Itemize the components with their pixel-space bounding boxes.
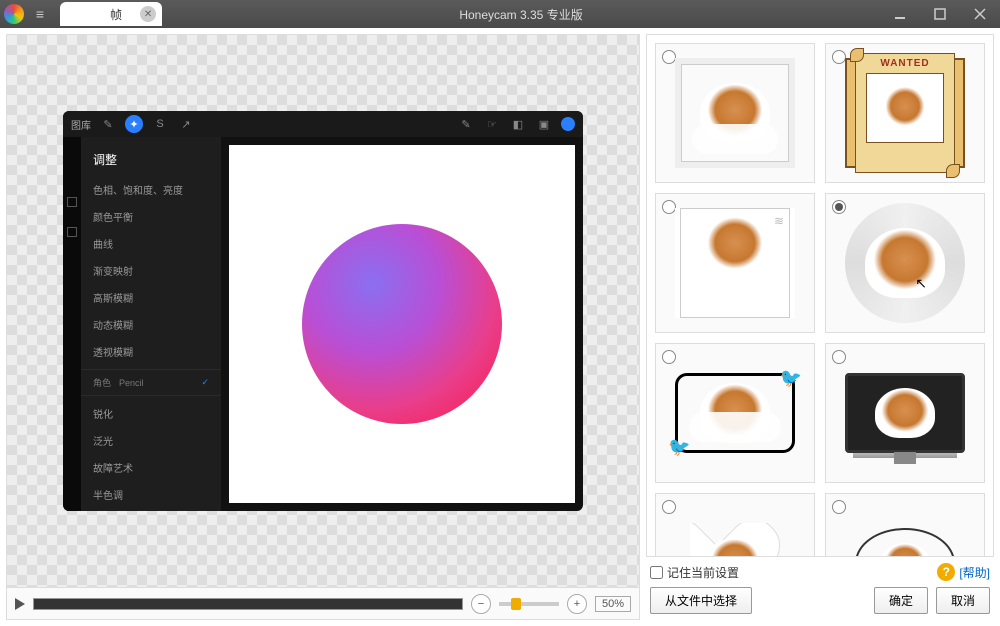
minimize-button[interactable] bbox=[880, 0, 920, 28]
adjust-icon[interactable]: ✦ bbox=[125, 115, 143, 133]
color-icon[interactable] bbox=[561, 117, 575, 131]
close-button[interactable] bbox=[960, 0, 1000, 28]
close-icon[interactable]: ✕ bbox=[140, 6, 156, 22]
adjust-header: 调整 bbox=[81, 147, 221, 176]
menu-item[interactable]: 锐化 bbox=[81, 400, 221, 427]
erase-icon[interactable]: ◧ bbox=[509, 115, 527, 133]
menu-item[interactable]: 故障艺术 bbox=[81, 454, 221, 481]
menu-item[interactable]: 渐变映射 bbox=[81, 257, 221, 284]
ok-button[interactable]: 确定 bbox=[874, 587, 928, 614]
wave-icon: ≋ bbox=[774, 214, 784, 228]
move-icon[interactable]: ↗ bbox=[177, 115, 195, 133]
window-title: Honeycam 3.35 专业版 bbox=[162, 6, 880, 23]
menu-item[interactable]: 透视模糊 bbox=[81, 338, 221, 365]
help-icon[interactable]: ? bbox=[937, 563, 955, 581]
radio-icon[interactable] bbox=[662, 200, 676, 214]
radio-icon[interactable] bbox=[832, 50, 846, 64]
brush-icon[interactable]: ✎ bbox=[457, 115, 475, 133]
menu-row[interactable]: 角色 Pencil ✓ bbox=[81, 369, 221, 396]
sidebar-square-icon[interactable] bbox=[67, 197, 77, 207]
frame-style-bubble[interactable] bbox=[825, 493, 985, 557]
canvas-content: 图库 ✎ ✦ S ↗ ✎ ☞ ◧ ▣ bbox=[63, 111, 583, 511]
preview-panel: 图库 ✎ ✦ S ↗ ✎ ☞ ◧ ▣ bbox=[6, 34, 640, 620]
frame-style-heart[interactable] bbox=[655, 493, 815, 557]
app-logo-icon bbox=[4, 4, 24, 24]
procreate-sidebar bbox=[63, 137, 81, 511]
radio-icon[interactable] bbox=[832, 200, 846, 214]
timeline-track[interactable] bbox=[33, 598, 463, 610]
cursor-icon: ↖ bbox=[915, 275, 927, 292]
canvas-area: 图库 ✎ ✦ S ↗ ✎ ☞ ◧ ▣ bbox=[7, 35, 639, 587]
procreate-toolbar: 图库 ✎ ✦ S ↗ ✎ ☞ ◧ ▣ bbox=[63, 111, 583, 137]
radio-icon[interactable] bbox=[832, 500, 846, 514]
playback-bar: − + 50% bbox=[7, 587, 639, 619]
bird-icon: 🐦 bbox=[668, 437, 690, 458]
zoom-out-button[interactable]: − bbox=[471, 594, 491, 614]
menu-item[interactable]: 色像差 bbox=[81, 508, 221, 511]
help-link[interactable]: [帮助] bbox=[959, 564, 990, 581]
menu-item[interactable]: 泛光 bbox=[81, 427, 221, 454]
maximize-button[interactable] bbox=[920, 0, 960, 28]
menu-item[interactable]: 颜色平衡 bbox=[81, 203, 221, 230]
radio-icon[interactable] bbox=[832, 350, 846, 364]
sidebar-square-icon[interactable] bbox=[67, 227, 77, 237]
procreate-canvas bbox=[229, 145, 575, 503]
bird-icon: 🐦 bbox=[780, 368, 802, 389]
zoom-slider[interactable] bbox=[499, 602, 559, 606]
check-icon: ✓ bbox=[201, 377, 209, 388]
gallery-label[interactable]: 图库 bbox=[71, 117, 91, 132]
menu-item[interactable]: 曲线 bbox=[81, 230, 221, 257]
remember-checkbox[interactable] bbox=[650, 566, 663, 579]
remember-label: 记住当前设置 bbox=[667, 564, 739, 581]
frame-style-stamp[interactable]: ≋ bbox=[655, 193, 815, 333]
radio-icon[interactable] bbox=[662, 500, 676, 514]
wrench-icon[interactable]: ✎ bbox=[99, 115, 117, 133]
play-button[interactable] bbox=[15, 598, 25, 610]
radio-icon[interactable] bbox=[662, 350, 676, 364]
adjust-menu: 调整 色相、饱和度、亮度 颜色平衡 曲线 渐变映射 高斯模糊 动态模糊 透视模糊… bbox=[81, 137, 221, 511]
wanted-text: WANTED bbox=[856, 54, 954, 69]
zoom-percent[interactable]: 50% bbox=[595, 596, 631, 612]
menu-item[interactable]: 色相、饱和度、亮度 bbox=[81, 176, 221, 203]
gradient-circle bbox=[302, 224, 502, 424]
frame-styles-panel: WANTED ≋ ↖ bbox=[646, 34, 994, 620]
frame-style-cd[interactable]: ↖ bbox=[825, 193, 985, 333]
layers-icon[interactable]: ▣ bbox=[535, 115, 553, 133]
frame-style-monitor[interactable] bbox=[825, 343, 985, 483]
radio-icon[interactable] bbox=[662, 50, 676, 64]
menu-item[interactable]: 动态模糊 bbox=[81, 311, 221, 338]
from-file-button[interactable]: 从文件中选择 bbox=[650, 587, 752, 614]
row-label-b: Pencil bbox=[119, 378, 144, 388]
frame-styles-list[interactable]: WANTED ≋ ↖ bbox=[646, 34, 994, 557]
cancel-button[interactable]: 取消 bbox=[936, 587, 990, 614]
menu-item[interactable]: 高斯模糊 bbox=[81, 284, 221, 311]
select-icon[interactable]: S bbox=[151, 115, 169, 133]
title-bar: ≡ 帧 ✕ Honeycam 3.35 专业版 bbox=[0, 0, 1000, 28]
zoom-in-button[interactable]: + bbox=[567, 594, 587, 614]
menu-item[interactable]: 半色调 bbox=[81, 481, 221, 508]
frame-style-birds[interactable]: 🐦 🐦 bbox=[655, 343, 815, 483]
menu-icon[interactable]: ≡ bbox=[28, 6, 52, 22]
smudge-icon[interactable]: ☞ bbox=[483, 115, 501, 133]
frame-style-inset[interactable] bbox=[655, 43, 815, 183]
frame-style-wanted[interactable]: WANTED bbox=[825, 43, 985, 183]
tab-frames[interactable]: 帧 ✕ bbox=[60, 2, 162, 26]
tab-label: 帧 bbox=[110, 6, 122, 23]
row-label-a: 角色 bbox=[93, 376, 111, 389]
